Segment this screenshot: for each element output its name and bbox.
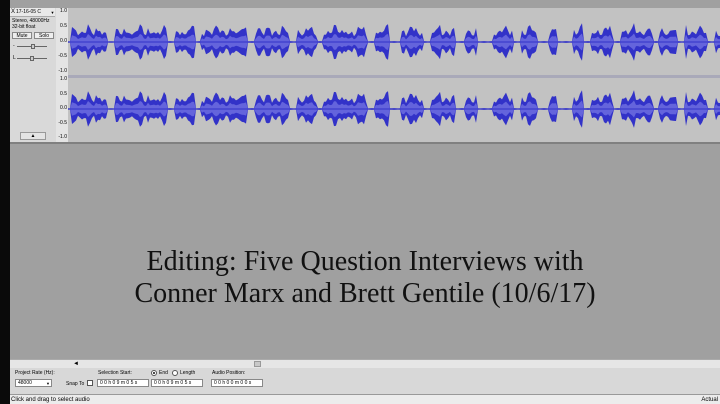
gain-slider[interactable] xyxy=(17,44,47,49)
length-label: Length xyxy=(180,370,196,376)
ruler-ch1-tick: -1.0 xyxy=(58,68,67,74)
project-rate-value: 48000 xyxy=(18,380,32,386)
selection-start-field[interactable]: 0 0 h 0 9 m 0 5 s xyxy=(97,379,149,387)
ruler-ch1-tick: 1.0 xyxy=(60,8,67,14)
track-name[interactable]: 17-16-05 C xyxy=(16,9,50,15)
length-radio[interactable] xyxy=(172,370,178,376)
mute-button[interactable]: Mute xyxy=(12,32,32,39)
audio-position-field[interactable]: 0 0 h 0 0 m 0 0 s xyxy=(211,379,263,387)
snap-to-checkbox[interactable] xyxy=(87,380,93,386)
pan-left-label: L xyxy=(13,55,16,61)
waveform-display[interactable] xyxy=(68,8,720,142)
pan-slider[interactable] xyxy=(17,56,47,61)
track-title-bar[interactable]: X 17-16-05 C ▼ xyxy=(10,8,55,17)
status-actual-rate: Actual xyxy=(701,397,718,403)
scrollbar-thumb[interactable] xyxy=(254,361,261,367)
collapse-track-button[interactable]: ▲ xyxy=(20,132,46,140)
solo-button[interactable]: Solo xyxy=(34,32,54,39)
horizontal-scrollbar[interactable]: ◄ xyxy=(10,359,720,368)
gain-slider-thumb[interactable] xyxy=(31,44,35,49)
end-label: End xyxy=(159,370,168,376)
end-radio[interactable] xyxy=(151,370,157,376)
snap-to-label: Snap To xyxy=(66,381,85,387)
track-control-panel: X 17-16-05 C ▼ Stereo, 48000Hz 32-bit fl… xyxy=(10,8,57,142)
ruler-ch1-tick: 0.0 xyxy=(60,38,67,44)
ruler-ch2-tick: -0.5 xyxy=(58,120,67,126)
scroll-left-arrow-icon[interactable]: ◄ xyxy=(73,360,79,368)
ruler-ch1-tick: 0.5 xyxy=(60,23,67,29)
audio-position-value: 0 0 h 0 0 m 0 0 s xyxy=(214,380,252,386)
track-menu-chevron-down-icon[interactable]: ▼ xyxy=(50,10,55,15)
selection-toolbar: Project Rate (Hz): 48000 ▼ Snap To Selec… xyxy=(10,368,720,394)
selection-end-value: 0 0 h 0 9 m 0 5 s xyxy=(154,380,192,386)
track-bottom-border[interactable] xyxy=(10,142,720,144)
left-border xyxy=(0,0,10,404)
status-bar: Click and drag to select audio Actual xyxy=(10,394,720,404)
channel-separator xyxy=(68,75,720,78)
vertical-amplitude-ruler: 1.0 0.5 0.0 -0.5 -1.0 1.0 0.5 0.0 -0.5 -… xyxy=(56,8,68,142)
selection-end-field[interactable]: 0 0 h 0 9 m 0 5 s xyxy=(151,379,203,387)
track-bit-depth-info: 32-bit float xyxy=(12,24,36,30)
video-title-line-1: Editing: Five Question Interviews with xyxy=(146,246,584,277)
project-rate-select[interactable]: 48000 ▼ xyxy=(15,379,52,387)
project-rate-label: Project Rate (Hz): xyxy=(15,370,55,376)
pan-slider-thumb[interactable] xyxy=(30,56,34,61)
ruler-ch2-tick: 0.5 xyxy=(60,91,67,97)
status-message: Click and drag to select audio xyxy=(11,397,90,403)
gain-minus-label: - xyxy=(13,43,15,49)
ruler-ch2-tick: 1.0 xyxy=(60,76,67,82)
selection-start-label: Selection Start: xyxy=(98,370,132,376)
ruler-ch2-tick: -1.0 xyxy=(58,134,67,140)
chevron-down-icon: ▼ xyxy=(46,381,50,386)
audacity-window: X 17-16-05 C ▼ Stereo, 48000Hz 32-bit fl… xyxy=(0,0,720,404)
video-title-line-2: Conner Marx and Brett Gentile (10/6/17) xyxy=(134,278,596,309)
ruler-ch2-tick: 0.0 xyxy=(60,105,67,111)
selection-start-value: 0 0 h 0 9 m 0 5 s xyxy=(100,380,138,386)
audio-position-label: Audio Position: xyxy=(212,370,246,376)
ruler-ch1-tick: -0.5 xyxy=(58,53,67,59)
